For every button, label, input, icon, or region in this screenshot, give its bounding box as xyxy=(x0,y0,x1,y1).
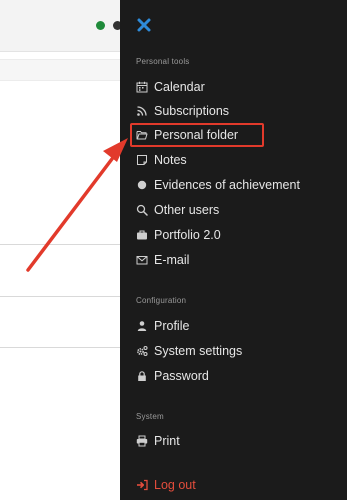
menu-item-calendar[interactable]: Calendar xyxy=(136,77,205,97)
logout-button[interactable]: Log out xyxy=(136,475,196,495)
note-icon xyxy=(136,154,148,166)
menu-item-label: Calendar xyxy=(154,80,205,94)
section-label-personal-tools: Personal tools xyxy=(136,57,190,66)
menu-item-password[interactable]: Password xyxy=(136,366,209,386)
menu-item-label: Other users xyxy=(154,203,220,217)
page-subheader xyxy=(0,59,120,81)
user-icon xyxy=(136,320,148,332)
rss-icon xyxy=(136,105,148,117)
menu-item-evidences[interactable]: Evidences of achievement xyxy=(136,175,300,195)
close-button[interactable] xyxy=(136,17,152,33)
lock-icon xyxy=(136,370,148,382)
briefcase-icon xyxy=(136,229,148,241)
logout-icon xyxy=(136,479,148,491)
section-label-configuration: Configuration xyxy=(136,296,187,305)
menu-item-portfolio[interactable]: Portfolio 2.0 xyxy=(136,225,221,245)
menu-item-label: Password xyxy=(154,369,209,383)
print-icon xyxy=(136,435,148,447)
menu-item-label: Portfolio 2.0 xyxy=(154,228,221,242)
menu-item-label: E-mail xyxy=(154,253,190,267)
menu-item-print[interactable]: Print xyxy=(136,431,180,451)
menu-item-notes[interactable]: Notes xyxy=(136,150,187,170)
highlight-box xyxy=(130,123,264,147)
menu-item-other-users[interactable]: Other users xyxy=(136,200,219,220)
gears-icon xyxy=(136,345,148,357)
section-label-system: System xyxy=(136,412,164,421)
menu-item-label: Print xyxy=(154,434,180,448)
search-icon xyxy=(136,204,148,216)
background-page xyxy=(0,0,122,500)
menu-item-subscriptions[interactable]: Subscriptions xyxy=(136,101,229,121)
divider xyxy=(0,347,120,348)
close-icon xyxy=(137,18,151,32)
divider xyxy=(0,244,120,245)
menu-item-system-settings[interactable]: System settings xyxy=(136,341,242,361)
menu-item-label: Notes xyxy=(154,153,187,167)
menu-item-label: Subscriptions xyxy=(154,104,230,118)
menu-item-profile[interactable]: Profile xyxy=(136,316,189,336)
badge-icon xyxy=(136,179,148,191)
divider xyxy=(0,296,120,297)
menu-item-label: Evidences of achievement xyxy=(154,178,300,192)
logout-label: Log out xyxy=(154,478,196,492)
calendar-icon xyxy=(136,81,148,93)
menu-item-label: Profile xyxy=(154,319,190,333)
online-status-dot xyxy=(96,21,105,30)
envelope-icon xyxy=(136,254,148,266)
menu-item-email[interactable]: E-mail xyxy=(136,250,189,270)
side-drawer: Personal tools Calendar Subscriptions Pe… xyxy=(120,0,347,500)
menu-item-label: System settings xyxy=(154,344,243,358)
